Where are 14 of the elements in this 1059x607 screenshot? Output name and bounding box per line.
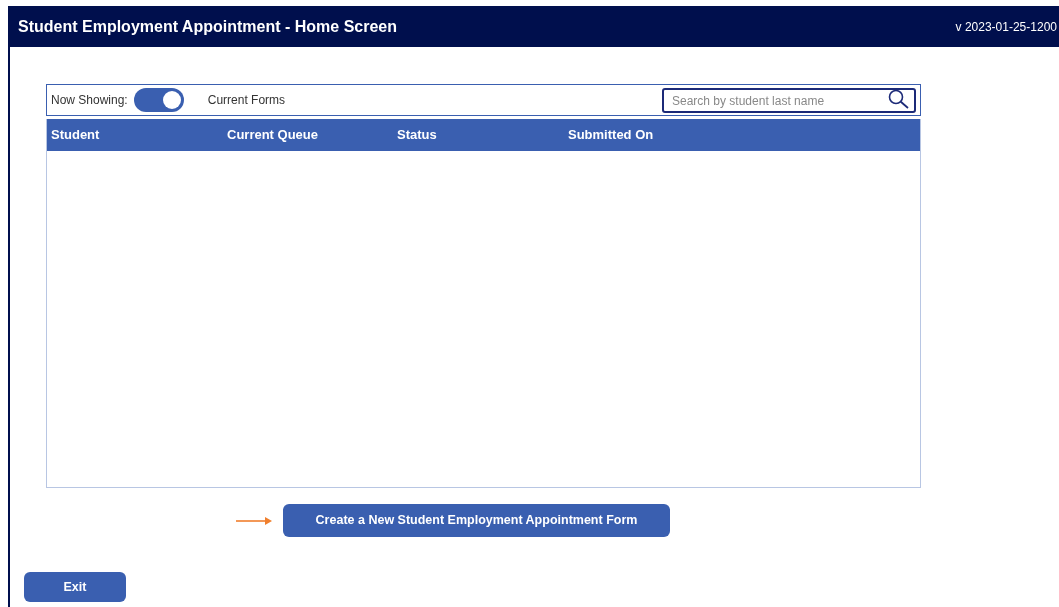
column-header: Student [50,126,101,145]
version-label: v 2023-01-25-1200 [955,18,1057,36]
exit-button[interactable]: Exit [24,572,126,602]
create-form-button[interactable]: Create a New Student Employment Appointment Form [283,504,670,537]
search-field[interactable]: Search by student last name [662,88,916,113]
filter-value: Current Forms [207,92,286,109]
toggle-switch[interactable] [133,88,184,112]
search-icon[interactable] [888,88,910,109]
screen-title: Student Employment Appointment - Home Screen [18,16,397,37]
column-header: Submitted On [567,126,655,145]
arrow-icon [236,516,272,525]
column-header: Status [396,126,438,145]
column-header: Current Queue [226,126,319,145]
filter-label: Now Showing: [51,92,128,109]
